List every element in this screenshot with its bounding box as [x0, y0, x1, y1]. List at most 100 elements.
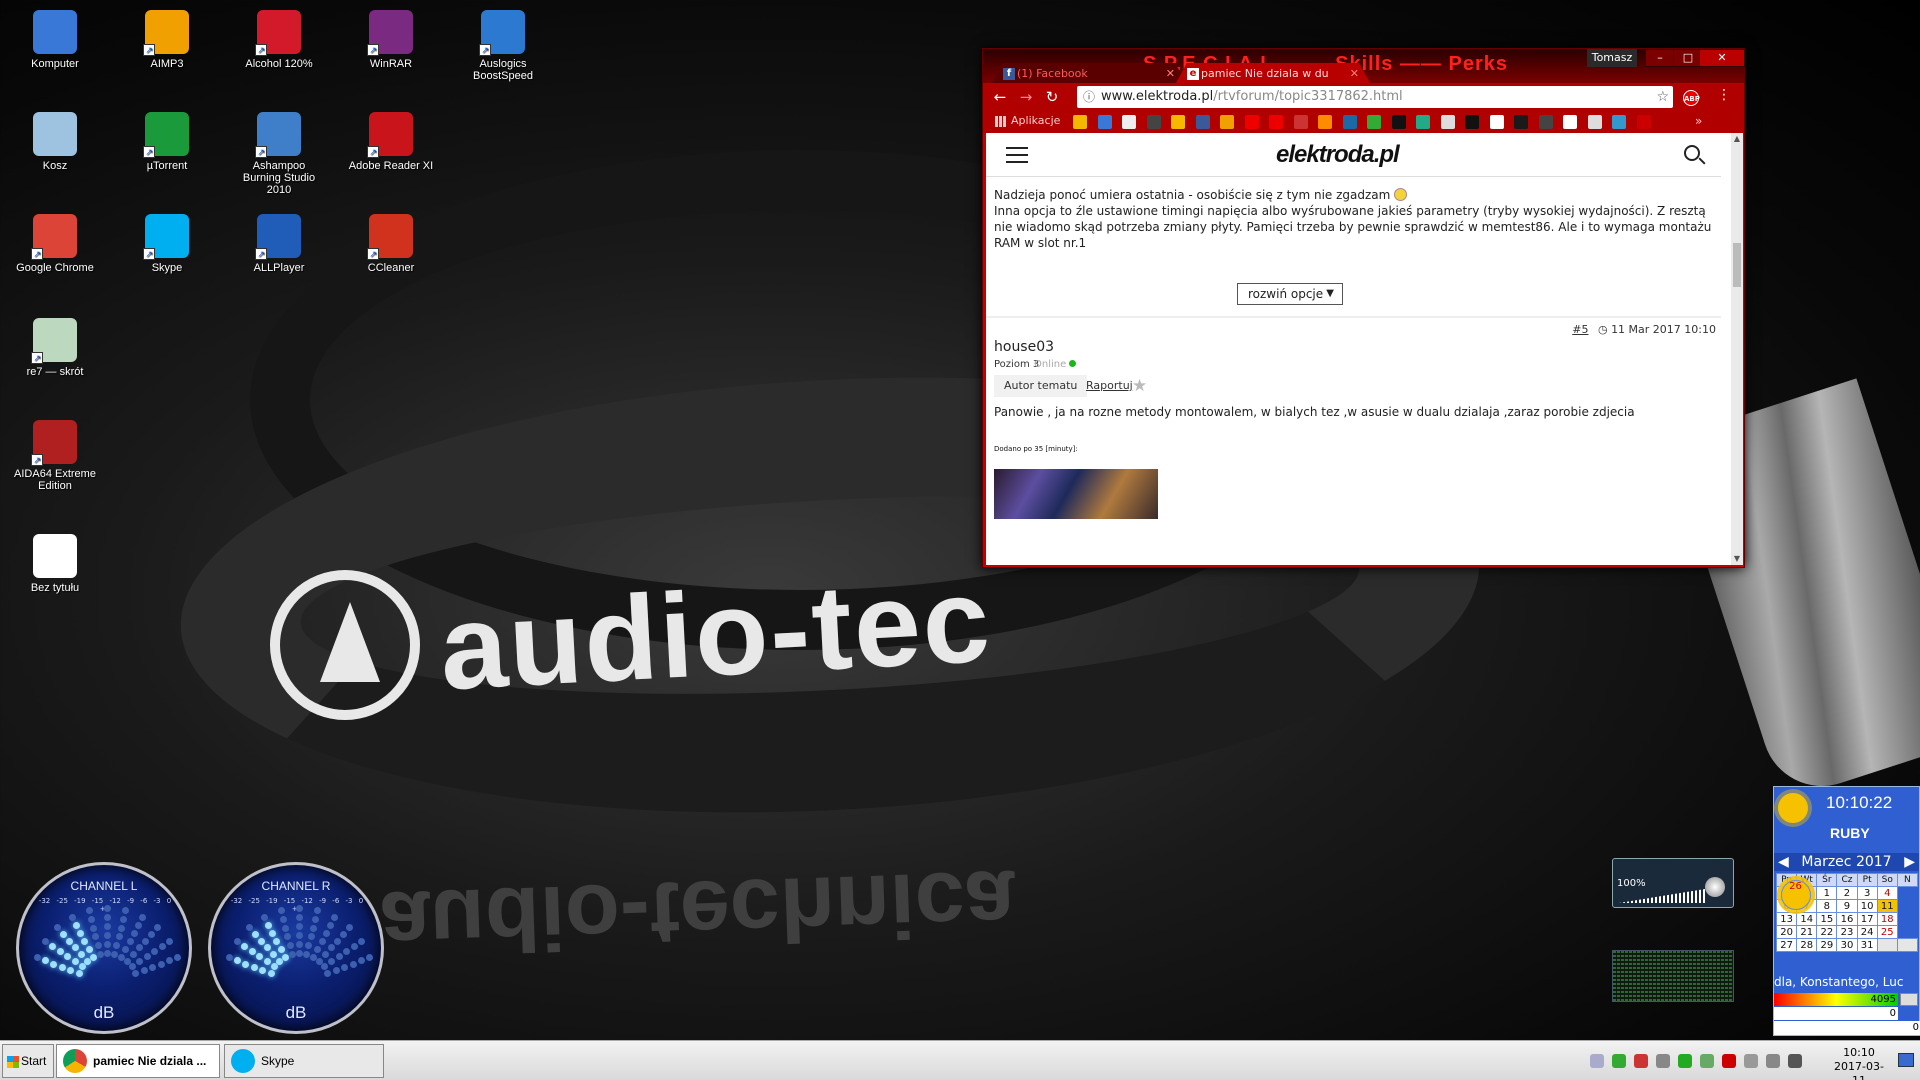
page-scrollbar[interactable]: ▲ ▼ [1731, 133, 1743, 565]
calendar-day[interactable]: 31 [1856, 938, 1878, 952]
taskbar-item-chrome[interactable]: pamiec Nie dziala ... [56, 1044, 220, 1078]
minimize-button[interactable]: – [1645, 49, 1675, 67]
desktop-icon[interactable]: ↗ µTorrent [122, 112, 212, 172]
tray-icon[interactable] [1722, 1054, 1736, 1068]
calendar-day[interactable]: 14 [1796, 912, 1818, 926]
bookmark-favicon-icon[interactable] [1269, 115, 1283, 129]
more-bookmarks-icon[interactable]: » [1695, 114, 1702, 128]
calendar-day[interactable]: 21 [1796, 925, 1818, 939]
calendar-day[interactable]: 22 [1816, 925, 1838, 939]
calendar-day[interactable]: 8 [1816, 899, 1838, 913]
report-link[interactable]: Raportuj [1086, 375, 1133, 397]
address-bar[interactable]: ⓘ www.elektroda.pl/rtvforum/topic3317862… [1077, 86, 1673, 108]
adblock-plus-icon[interactable]: ABP [1683, 90, 1700, 106]
bookmark-favicon-icon[interactable] [1587, 115, 1602, 129]
calendar-day[interactable]: 2 [1836, 886, 1858, 900]
bookmark-favicon-icon[interactable] [1318, 115, 1332, 129]
bookmark-favicon-icon[interactable] [1612, 115, 1626, 129]
bookmark-favicon-icon[interactable] [1563, 115, 1577, 129]
page-viewport[interactable]: elektroda.pl Nadzieja ponoć umiera ostat… [986, 133, 1731, 565]
tab-facebook[interactable]: f (1) Facebook ✕ [991, 63, 1187, 85]
tray-icon[interactable] [1634, 1054, 1648, 1068]
desktop-icon[interactable]: ↗ CCleaner [346, 214, 436, 274]
bookmark-favicon-icon[interactable] [1636, 115, 1651, 129]
scroll-up-icon[interactable]: ▲ [1731, 133, 1743, 145]
calendar-day[interactable]: 29 [1816, 938, 1838, 952]
desktop-icon[interactable]: Bez tytułu [10, 534, 100, 594]
tray-icon[interactable] [1766, 1054, 1780, 1068]
desktop-icon[interactable]: ↗ Skype [122, 214, 212, 274]
calendar-day[interactable]: 13 [1775, 912, 1798, 926]
calendar-day[interactable]: 3 [1856, 886, 1878, 900]
bookmark-favicon-icon[interactable] [1538, 115, 1553, 129]
tray-icon[interactable] [1590, 1054, 1604, 1068]
bookmark-favicon-icon[interactable] [1220, 115, 1234, 129]
reload-button[interactable]: ↻ [1043, 88, 1061, 106]
profile-button[interactable]: Tomasz [1587, 49, 1637, 67]
next-month-icon[interactable]: ▶ [1904, 853, 1915, 871]
close-tab-icon[interactable]: ✕ [1350, 63, 1359, 85]
forward-button[interactable]: → [1017, 88, 1035, 106]
desktop-icon[interactable]: ↗ Adobe Reader XI [346, 112, 436, 172]
tray-icon[interactable] [1744, 1054, 1758, 1068]
browser-menu-icon[interactable]: ⋮ [1717, 87, 1731, 103]
volume-bars[interactable] [1619, 889, 1705, 903]
calendar-day[interactable]: 11 [1876, 899, 1898, 913]
calendar-day[interactable]: 20 [1775, 925, 1798, 939]
tab-elektroda[interactable]: e pamiec Nie dziala w du ✕ [1175, 63, 1371, 85]
start-button[interactable]: Start [2, 1044, 54, 1078]
bookmark-favicon-icon[interactable] [1122, 115, 1136, 129]
close-tab-icon[interactable]: ✕ [1166, 63, 1175, 85]
prev-month-icon[interactable]: ◀ [1778, 853, 1789, 871]
scrollbar-thumb[interactable] [1733, 243, 1741, 287]
bookmark-favicon-icon[interactable] [1391, 115, 1406, 129]
bookmark-favicon-icon[interactable] [1171, 115, 1185, 129]
site-logo[interactable]: elektroda.pl [1276, 141, 1400, 169]
calendar-day[interactable]: 27 [1775, 938, 1798, 952]
volume-knob[interactable] [1705, 877, 1725, 897]
window-titlebar[interactable]: S.P.E.C.I.A.L. —— Skills —— Perks f (1) … [983, 49, 1745, 85]
star-icon[interactable]: ★ [1132, 376, 1147, 396]
calendar-day[interactable]: 16 [1836, 912, 1858, 926]
tray-icon[interactable] [1700, 1054, 1714, 1068]
calendar-day[interactable]: 1 [1816, 886, 1838, 900]
taskbar-clock[interactable]: 10:10 2017-03-11 [1830, 1046, 1888, 1080]
bookmark-favicon-icon[interactable] [1416, 115, 1430, 129]
bookmark-favicon-icon[interactable] [1097, 115, 1112, 129]
taskbar-item-skype[interactable]: Skype [224, 1044, 384, 1078]
hamburger-menu-icon[interactable] [1006, 147, 1028, 163]
desktop-icon[interactable]: ↗ ALLPlayer [234, 214, 324, 274]
post-photo[interactable] [994, 469, 1158, 519]
desktop-icon[interactable]: Kosz [10, 112, 100, 172]
desktop-icon[interactable]: ↗ Ashampoo Burning Studio 2010 [234, 112, 324, 196]
bookmark-favicon-icon[interactable] [1440, 115, 1455, 129]
bookmark-favicon-icon[interactable] [1367, 115, 1381, 129]
calendar-day[interactable]: 25 [1876, 925, 1898, 939]
post-author[interactable]: house03 [994, 339, 1054, 355]
calendar-day[interactable]: 15 [1816, 912, 1838, 926]
bookmark-favicon-icon[interactable] [1489, 115, 1504, 129]
desktop-icon[interactable]: ↗ re7 — skrót [10, 318, 100, 378]
tray-icon[interactable] [1788, 1054, 1802, 1068]
tray-icon[interactable] [1678, 1054, 1692, 1068]
bookmark-favicon-icon[interactable] [1244, 115, 1259, 129]
calendar-day[interactable]: 30 [1836, 938, 1858, 952]
bookmark-favicon-icon[interactable] [1342, 115, 1357, 129]
tray-icon[interactable] [1656, 1054, 1670, 1068]
calendar-day[interactable]: 9 [1836, 899, 1858, 913]
bookmark-favicon-icon[interactable] [1514, 115, 1528, 129]
desktop-icon[interactable]: ↗ AIDA64 Extreme Edition [10, 420, 100, 492]
bookmark-favicon-icon[interactable] [1146, 115, 1161, 129]
bookmark-favicon-icon[interactable] [1073, 115, 1087, 129]
scroll-down-icon[interactable]: ▼ [1731, 553, 1743, 565]
search-icon[interactable] [1684, 145, 1700, 161]
bookmark-star-icon[interactable]: ☆ [1656, 86, 1669, 108]
show-desktop-icon[interactable] [1898, 1053, 1914, 1067]
back-button[interactable]: ← [991, 88, 1009, 106]
desktop-icon[interactable]: ↗ AIMP3 [122, 10, 212, 70]
calendar-day[interactable]: 18 [1876, 912, 1898, 926]
calendar-day[interactable]: 26 [1780, 879, 1811, 910]
page-info-icon[interactable]: ⓘ [1083, 86, 1095, 108]
calendar-day[interactable]: 24 [1856, 925, 1878, 939]
desktop-icon[interactable]: ↗ Auslogics BoostSpeed [458, 10, 548, 82]
